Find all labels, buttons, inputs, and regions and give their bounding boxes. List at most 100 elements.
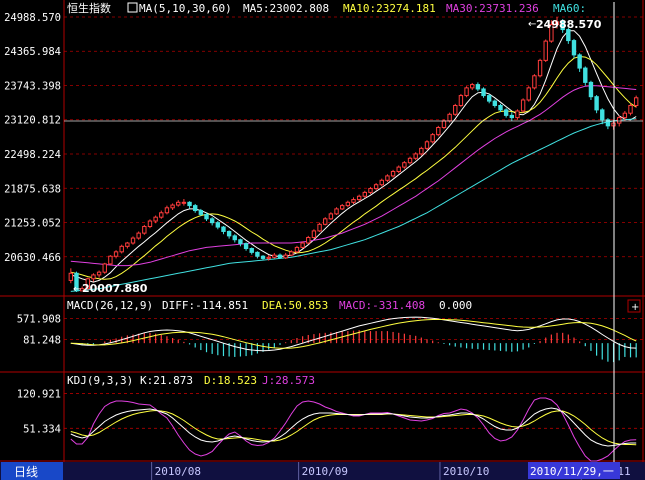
macd-zero: 0.000 [439,299,472,312]
daily-tab-label: 日线 [14,465,38,479]
cursor-date: 2010/11/29,一 [530,465,614,478]
candle-body [96,271,102,276]
candle-body [543,40,548,61]
candle-body [215,222,221,228]
candle-body [453,104,458,115]
candle-body [176,201,181,206]
price-tick-label: 23743.398 [4,80,61,92]
price-tick-label: 23120.812 [4,115,61,127]
candle-body [537,59,543,77]
candle-body [170,204,175,209]
candle-body [588,81,594,98]
candle-body [441,120,447,128]
candle-body [436,126,441,136]
candle-body [413,153,418,159]
candle-body [142,226,147,234]
index-name: 恒生指数 [67,1,111,15]
macd-tick-label: 571.908 [17,314,61,326]
candle-body [475,84,481,90]
candle-body [221,226,226,232]
price-tick-label: 24988.570 [4,12,61,24]
candle-body [102,263,107,273]
candle-body [255,251,260,257]
candle-body [379,179,384,186]
candle-body [600,109,605,121]
candle-body [458,95,464,106]
ma-toggle-icon[interactable] [127,2,138,13]
candle-body [283,254,288,259]
candle-body [249,248,254,253]
candle-body [385,175,390,181]
candle-body [164,207,170,214]
candle-body [238,239,243,245]
candle-body [622,112,628,119]
candle-body [577,54,582,69]
candle-body [294,246,300,253]
candle-body [532,75,537,89]
candle-body [390,171,396,177]
candle-body [68,272,74,281]
candle-body [481,88,486,97]
candle-body [300,242,305,248]
price-tick-label: 21875.638 [4,183,61,195]
kdj-tick-label: 120.921 [17,389,61,401]
low-arrow-icon: ← [73,284,81,295]
month-label: 2010/09 [302,465,348,478]
candle-body [306,237,311,244]
candle-body [130,237,136,244]
ma10-value: MA10:23274.181 [343,2,436,15]
candle-body [356,195,362,201]
candle-body [334,208,339,215]
candle-body [351,199,356,203]
candle-body [515,110,520,119]
candle-body [373,184,379,190]
candle-body [108,255,113,265]
candle-body [498,104,503,111]
candle-body [125,242,130,247]
candle-body [594,96,599,111]
high-annotation: 24988.570 [536,18,602,31]
price-tick-label: 22498.224 [4,149,61,161]
candle-body [520,99,526,112]
kdj-label: KDJ(9,3,3) [67,374,133,387]
candle-body [419,147,424,155]
candle-body [633,97,639,106]
kdj-d: D:18.523 [204,374,257,387]
plus-icon: + [631,302,639,313]
candle-body [243,243,249,250]
candle-body [402,162,407,168]
kdj-tick-label: 51.334 [23,423,61,435]
candle-body [153,216,158,222]
candle-body [492,100,498,106]
candle-body [323,218,328,225]
candle-body [486,95,492,102]
candle-body [396,166,401,173]
candle-body [226,230,232,237]
candle-body [232,235,237,241]
month-label: 2010/08 [155,465,201,478]
candle-body [424,141,430,149]
candle-body [193,205,198,212]
ma5-value: MA5:23002.808 [243,2,329,15]
candle-body [289,251,294,256]
kdj-j: J:28.573 [262,374,315,387]
candle-body [277,254,283,259]
candle-body [339,205,345,210]
kdj-k: K:21.873 [140,374,193,387]
price-tick-label: 21253.052 [4,218,61,230]
candle-body [204,213,209,220]
candle-body [119,245,124,253]
candle-body [91,274,96,280]
macd-value: MACD:-331.408 [339,299,425,312]
month-label: 2010/10 [443,465,489,478]
candle-body [328,213,334,220]
candle-body [147,220,153,228]
stock-chart[interactable]: 24988.570 24365.984 23743.398 23120.812 2249… [0,0,645,480]
candle-body [311,230,317,239]
candle-body [260,255,266,259]
candle-body [447,113,452,122]
candle-body [345,201,351,207]
candle-body [187,201,192,207]
price-tick-label: 24365.984 [4,46,61,58]
candle-body [407,157,413,164]
